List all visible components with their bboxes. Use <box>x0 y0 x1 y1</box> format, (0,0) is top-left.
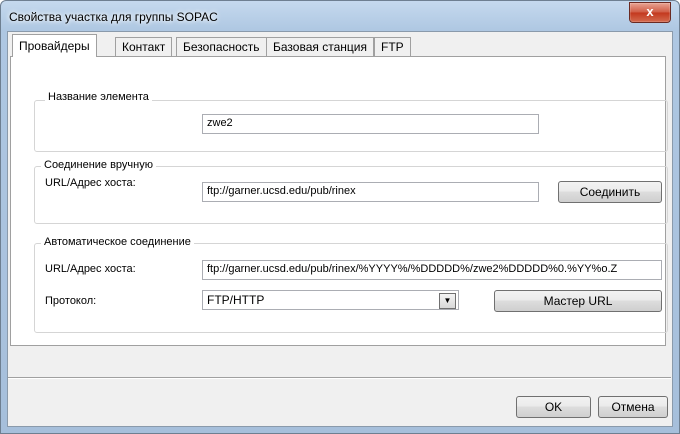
tab-contact[interactable]: Контакт <box>115 37 173 56</box>
element-name-input[interactable]: zwe2 <box>202 114 539 134</box>
group-label: Соединение вручную <box>41 159 156 171</box>
title-bar[interactable]: Свойства участка для группы SOPAC x <box>1 1 679 31</box>
footer-separator <box>8 377 671 379</box>
url-wizard-button[interactable]: Мастер URL <box>494 290 662 312</box>
close-button[interactable]: x <box>629 2 671 23</box>
group-label: Автоматическое соединение <box>41 236 194 248</box>
connect-button[interactable]: Соединить <box>558 181 662 203</box>
group-label: Название элемента <box>45 91 152 103</box>
protocol-select-value: FTP/HTTP <box>207 293 265 307</box>
chevron-down-icon[interactable]: ▼ <box>439 293 456 309</box>
tab-label: Контакт <box>122 40 166 54</box>
auto-connection-group: Автоматическое соединение <box>34 236 668 333</box>
protocol-select[interactable]: FTP/HTTP ▼ <box>202 290 459 310</box>
tab-label: FTP <box>381 40 404 54</box>
auto-url-label: URL/Адрес хоста: <box>45 263 136 275</box>
tab-label: Базовая станция <box>273 40 367 54</box>
dialog-window: Свойства участка для группы SOPAC x Пров… <box>0 0 680 434</box>
tab-providers[interactable]: Провайдеры <box>12 34 97 57</box>
cancel-button[interactable]: Отмена <box>598 396 668 418</box>
manual-url-input[interactable]: ftp://garner.ucsd.edu/pub/rinex <box>202 182 539 202</box>
tab-ftp[interactable]: FTP <box>374 37 411 56</box>
tab-label: Провайдеры <box>19 39 90 53</box>
ok-button[interactable]: OK <box>516 396 591 418</box>
tab-label: Безопасность <box>183 40 260 54</box>
tab-security[interactable]: Безопасность <box>176 37 267 56</box>
auto-url-input[interactable]: ftp://garner.ucsd.edu/pub/rinex/%YYYY%/%… <box>202 260 662 280</box>
tab-base-station[interactable]: Базовая станция <box>266 37 374 56</box>
manual-url-label: URL/Адрес хоста: <box>45 177 136 189</box>
window-title: Свойства участка для группы SOPAC <box>9 10 218 24</box>
protocol-label: Протокол: <box>45 295 97 307</box>
close-icon: x <box>646 4 654 19</box>
